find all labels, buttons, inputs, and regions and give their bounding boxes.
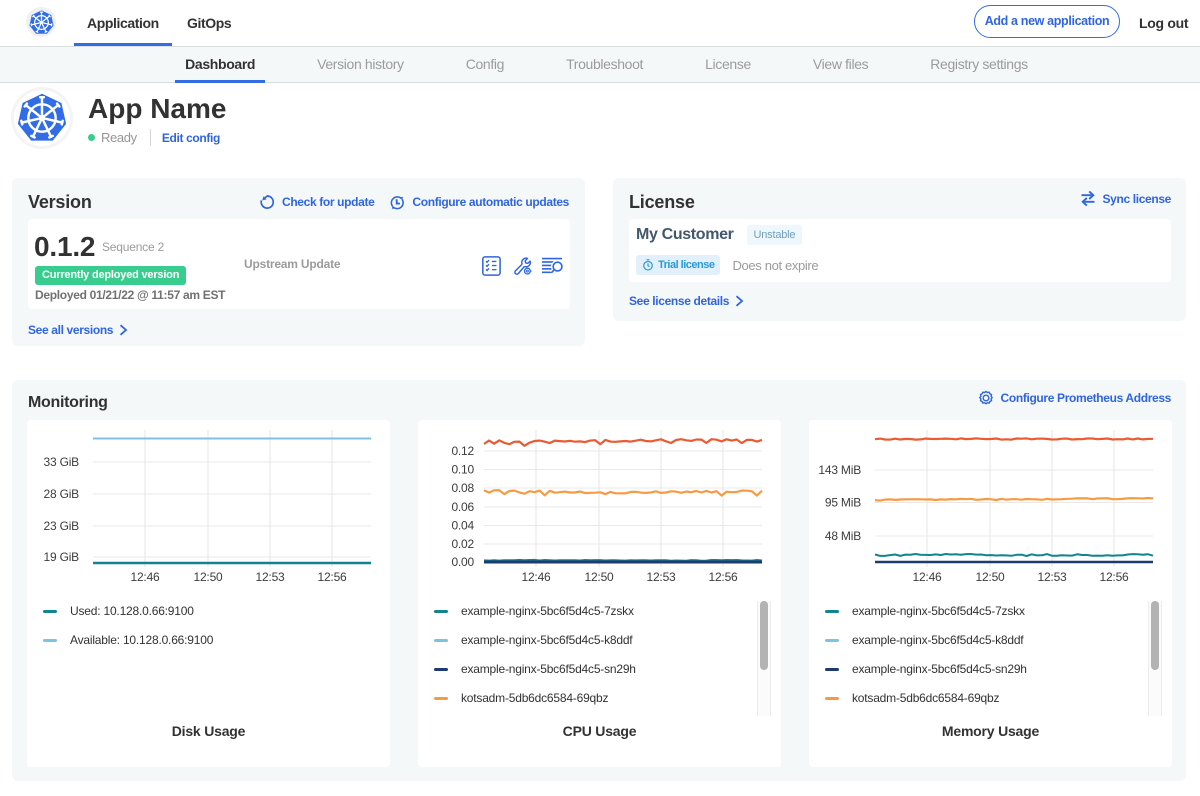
svg-text:19 GiB: 19 GiB	[44, 550, 80, 564]
svg-text:23 GiB: 23 GiB	[44, 519, 80, 533]
svg-text:0.02: 0.02	[451, 537, 474, 551]
svg-text:0.10: 0.10	[451, 463, 474, 477]
svg-text:0.12: 0.12	[451, 444, 474, 458]
svg-text:95 MiB: 95 MiB	[825, 496, 861, 510]
svg-text:0.06: 0.06	[451, 500, 474, 514]
svg-text:12:46: 12:46	[130, 570, 160, 584]
svg-text:12:53: 12:53	[646, 570, 676, 584]
svg-text:143 MiB: 143 MiB	[818, 463, 861, 477]
svg-text:33 GiB: 33 GiB	[44, 455, 80, 469]
svg-text:12:53: 12:53	[1037, 570, 1067, 584]
svg-text:12:46: 12:46	[912, 570, 942, 584]
svg-text:12:50: 12:50	[193, 570, 223, 584]
svg-text:12:50: 12:50	[975, 570, 1005, 584]
svg-text:12:50: 12:50	[584, 570, 614, 584]
svg-text:12:56: 12:56	[317, 570, 347, 584]
svg-text:28 GiB: 28 GiB	[44, 487, 80, 501]
svg-text:12:46: 12:46	[521, 570, 551, 584]
svg-text:48 MiB: 48 MiB	[825, 529, 861, 543]
svg-text:12:53: 12:53	[255, 570, 285, 584]
svg-text:12:56: 12:56	[1099, 570, 1129, 584]
svg-text:12:56: 12:56	[708, 570, 738, 584]
svg-text:0.00: 0.00	[451, 555, 474, 569]
svg-text:0.08: 0.08	[451, 481, 474, 495]
svg-text:0.04: 0.04	[451, 519, 474, 533]
